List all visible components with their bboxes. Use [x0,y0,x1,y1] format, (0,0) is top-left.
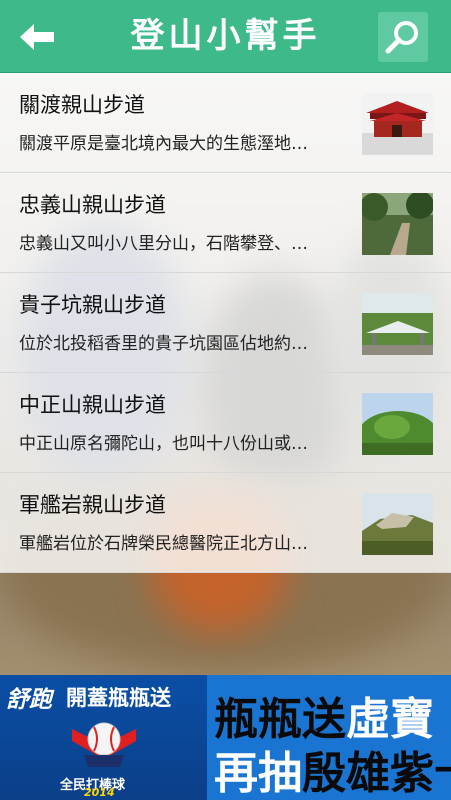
ad-headline-2: 再抽殷雄紫卡 [214,737,451,800]
list-item[interactable]: 關渡親山步道 關渡平原是臺北境內最大的生態溼地… [0,73,451,173]
trail-description: 位於北投稻香里的貴子坑園區佔地約… [19,334,308,354]
ad-headline-2b: 殷雄紫卡 [302,748,451,799]
list-item[interactable]: 貴子坑親山步道 位於北投稻香里的貴子坑園區佔地約… [0,273,451,373]
trail-name: 軍艦岩親山步道 [19,493,166,517]
app-header: 登山小幫手 [0,0,451,73]
list-item[interactable]: 中正山親山步道 中正山原名彌陀山，也叫十八份山或… [0,373,451,473]
trail-description: 關渡平原是臺北境內最大的生態溼地… [19,134,308,154]
trail-description: 忠義山又叫小八里分山，石階攀登、… [19,234,308,254]
trail-name: 關渡親山步道 [19,93,145,117]
trail-name: 貴子坑親山步道 [19,293,166,317]
pavilion-photo [362,293,433,355]
ad-left-panel: 舒跑 開蓋瓶瓶送 全民打棒球 2014 [0,675,207,800]
trail-name: 忠義山親山步道 [19,193,166,217]
search-button[interactable] [378,12,428,62]
temple-photo [362,93,433,155]
ad-brand: 舒跑 [6,687,52,713]
forest-path-photo [362,193,433,255]
search-icon [385,21,418,54]
list-item[interactable]: 忠義山親山步道 忠義山又叫小八里分山，石階攀登、… [0,173,451,273]
green-hill-photo [362,393,433,455]
trail-description: 軍艦岩位於石牌榮民總醫院正北方山… [19,534,308,554]
ad-subtitle: 開蓋瓶瓶送 [66,686,171,710]
baseball-logo-icon [72,722,136,767]
ad-banner[interactable]: 舒跑 開蓋瓶瓶送 全民打棒球 2014 瓶瓶送虛寶 再抽殷雄紫卡 [0,675,451,800]
trail-description: 中正山原名彌陀山，也叫十八份山或… [19,434,308,454]
ad-headline-2a: 再抽 [214,748,302,799]
rock-photo [362,493,433,555]
ad-logo-year: 2014 [84,786,115,799]
trail-list: 關渡親山步道 關渡平原是臺北境內最大的生態溼地… 忠義山親山步道 忠義山又叫小八… [0,73,451,573]
trail-name: 中正山親山步道 [19,393,166,417]
list-item[interactable]: 軍艦岩親山步道 軍艦岩位於石牌榮民總醫院正北方山… [0,473,451,573]
